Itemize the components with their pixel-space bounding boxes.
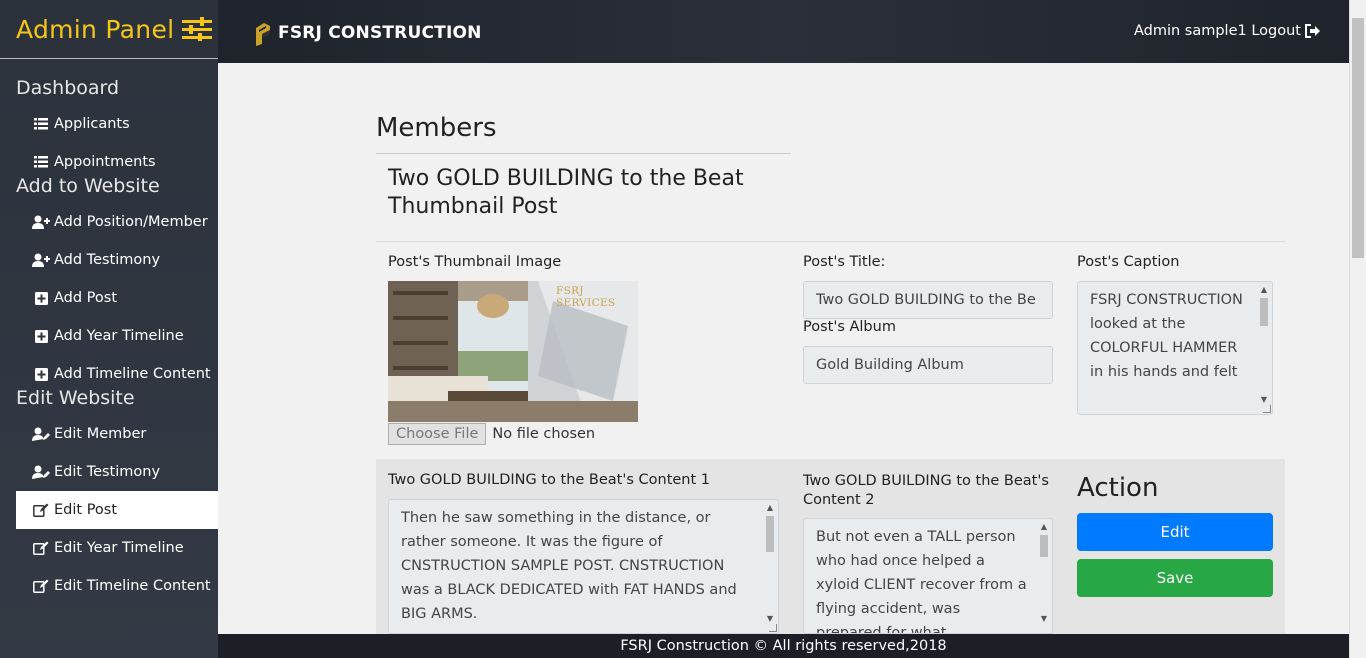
sidebar-item-label: Edit Member: [54, 426, 147, 442]
thumbnail-image: FSRJ SERVICES: [388, 281, 638, 422]
user-logout-label: Admin sample1 Logout: [1133, 23, 1301, 39]
plus-square-icon: [32, 328, 50, 344]
content2-scrollbar-thumb[interactable]: [1040, 535, 1048, 557]
action-title: Action: [1077, 473, 1159, 503]
album-label: Post's Album: [803, 319, 896, 335]
sidebar-item-label: Edit Testimony: [54, 464, 161, 480]
scroll-up-icon[interactable]: ▲: [1038, 521, 1050, 533]
sidebar: Admin Panel Dashboard Applicants Appoint…: [0, 0, 218, 658]
content1-text: Then he saw something in the distance, o…: [401, 510, 737, 622]
content1-textarea[interactable]: Then he saw something in the distance, o…: [388, 499, 779, 634]
sidebar-item-edit-testimony[interactable]: Edit Testimony: [0, 453, 218, 491]
sidebar-brand[interactable]: Admin Panel: [0, 0, 218, 59]
post-heading: Two GOLD BUILDING to the Beat Thumbnail …: [388, 166, 744, 219]
content1-label: Two GOLD BUILDING to the Beat's Content …: [388, 472, 711, 488]
top-navbar: FSRJ CONSTRUCTION Admin sample1 Logout: [218, 0, 1349, 63]
page-scrollbar-thumb[interactable]: [1352, 18, 1364, 258]
thumbnail-label: Post's Thumbnail Image: [388, 254, 562, 270]
content2-textarea[interactable]: But not even a TALL person who had once …: [803, 518, 1053, 634]
choose-file-button[interactable]: Choose File: [388, 423, 487, 445]
scroll-up-icon[interactable]: ▲: [764, 502, 776, 514]
title-label: Post's Title:: [803, 254, 886, 270]
edit-icon: [32, 578, 50, 594]
user-logout[interactable]: Admin sample1 Logout: [1134, 23, 1321, 39]
resize-handle-icon[interactable]: [769, 624, 777, 632]
content1-scrollbar-thumb[interactable]: [766, 516, 774, 552]
sidebar-item-add-position-member[interactable]: Add Position/Member: [0, 203, 218, 241]
page-scrollbar[interactable]: [1349, 0, 1366, 658]
caption-scrollbar-thumb[interactable]: [1260, 298, 1268, 326]
site-logo[interactable]: FSRJ CONSTRUCTION: [254, 20, 482, 46]
section-edit-website: Edit Website: [16, 387, 135, 409]
file-status: No file chosen: [492, 426, 596, 442]
content1-scrollbar[interactable]: ▲ ▼: [764, 502, 776, 631]
sidebar-item-add-testimony[interactable]: Add Testimony: [0, 241, 218, 279]
page-title: Members: [376, 113, 791, 154]
sidebar-item-label: Edit Timeline Content: [54, 578, 211, 594]
sidebar-item-edit-timeline-content[interactable]: Edit Timeline Content: [0, 567, 218, 605]
post-album-field[interactable]: Gold Building Album: [803, 346, 1053, 384]
divider: [376, 241, 1285, 242]
edit-icon: [32, 502, 50, 518]
resize-handle-icon[interactable]: [1263, 405, 1271, 413]
post-caption-textarea[interactable]: FSRJ CONSTRUCTION looked at the COLORFUL…: [1077, 281, 1273, 415]
sidebar-item-edit-year-timeline[interactable]: Edit Year Timeline: [0, 529, 218, 567]
post-title-field[interactable]: Two GOLD BUILDING to the Be: [803, 281, 1053, 319]
sidebar-item-label: Edit Year Timeline: [54, 540, 184, 556]
section-dashboard: Dashboard: [16, 77, 120, 99]
logo-text: FSRJ CONSTRUCTION: [278, 23, 482, 43]
caption-label: Post's Caption: [1077, 254, 1180, 270]
user-edit-icon: [32, 426, 50, 442]
list-icon: [32, 154, 50, 170]
sidebar-item-label: Add Year Timeline: [54, 328, 184, 344]
plus-square-icon: [32, 290, 50, 306]
sidebar-item-add-year-timeline[interactable]: Add Year Timeline: [0, 317, 218, 355]
edit-icon: [32, 540, 50, 556]
logout-icon: [1305, 24, 1320, 38]
brand-title: Admin Panel: [16, 14, 175, 44]
sidebar-item-applicants[interactable]: Applicants: [0, 105, 218, 143]
thumbnail-watermark: FSRJ SERVICES: [556, 285, 616, 309]
user-plus-icon: [32, 252, 50, 268]
caption-text: FSRJ CONSTRUCTION looked at the COLORFUL…: [1090, 292, 1243, 380]
sliders-icon[interactable]: [182, 17, 213, 41]
sidebar-item-add-post[interactable]: Add Post: [0, 279, 218, 317]
footer: FSRJ Construction © All rights reserved,…: [218, 634, 1349, 658]
save-button[interactable]: Save: [1077, 559, 1273, 597]
sidebar-item-label: Add Post: [54, 290, 118, 306]
sidebar-item-label: Edit Post: [54, 502, 118, 518]
sidebar-item-label: Add Position/Member: [54, 214, 208, 230]
sidebar-item-label: Add Testimony: [54, 252, 161, 268]
logo-mark-icon: [256, 23, 270, 46]
sidebar-item-label: Applicants: [54, 116, 130, 132]
sidebar-item-edit-member[interactable]: Edit Member: [0, 415, 218, 453]
content2-text: But not even a TALL person who had once …: [816, 529, 1027, 634]
list-icon: [32, 116, 50, 132]
file-input[interactable]: Choose File No file chosen: [388, 423, 595, 445]
edit-button[interactable]: Edit: [1077, 513, 1273, 551]
scroll-down-icon[interactable]: ▼: [1038, 613, 1050, 625]
caption-scrollbar[interactable]: ▲ ▼: [1258, 284, 1270, 412]
sidebar-item-label: Add Timeline Content: [54, 366, 211, 382]
plus-square-icon: [32, 366, 50, 382]
section-add-to-website: Add to Website: [16, 175, 160, 197]
scroll-up-icon[interactable]: ▲: [1258, 284, 1270, 296]
sidebar-item-label: Appointments: [54, 154, 156, 170]
user-plus-icon: [32, 214, 50, 230]
content2-label: Two GOLD BUILDING to the Beat's Content …: [803, 473, 1049, 508]
main-content: Members Two GOLD BUILDING to the Beat Th…: [218, 63, 1349, 634]
user-edit-icon: [32, 464, 50, 480]
sidebar-item-edit-post[interactable]: Edit Post: [16, 491, 218, 529]
content2-scrollbar[interactable]: ▲ ▼: [1038, 521, 1050, 631]
